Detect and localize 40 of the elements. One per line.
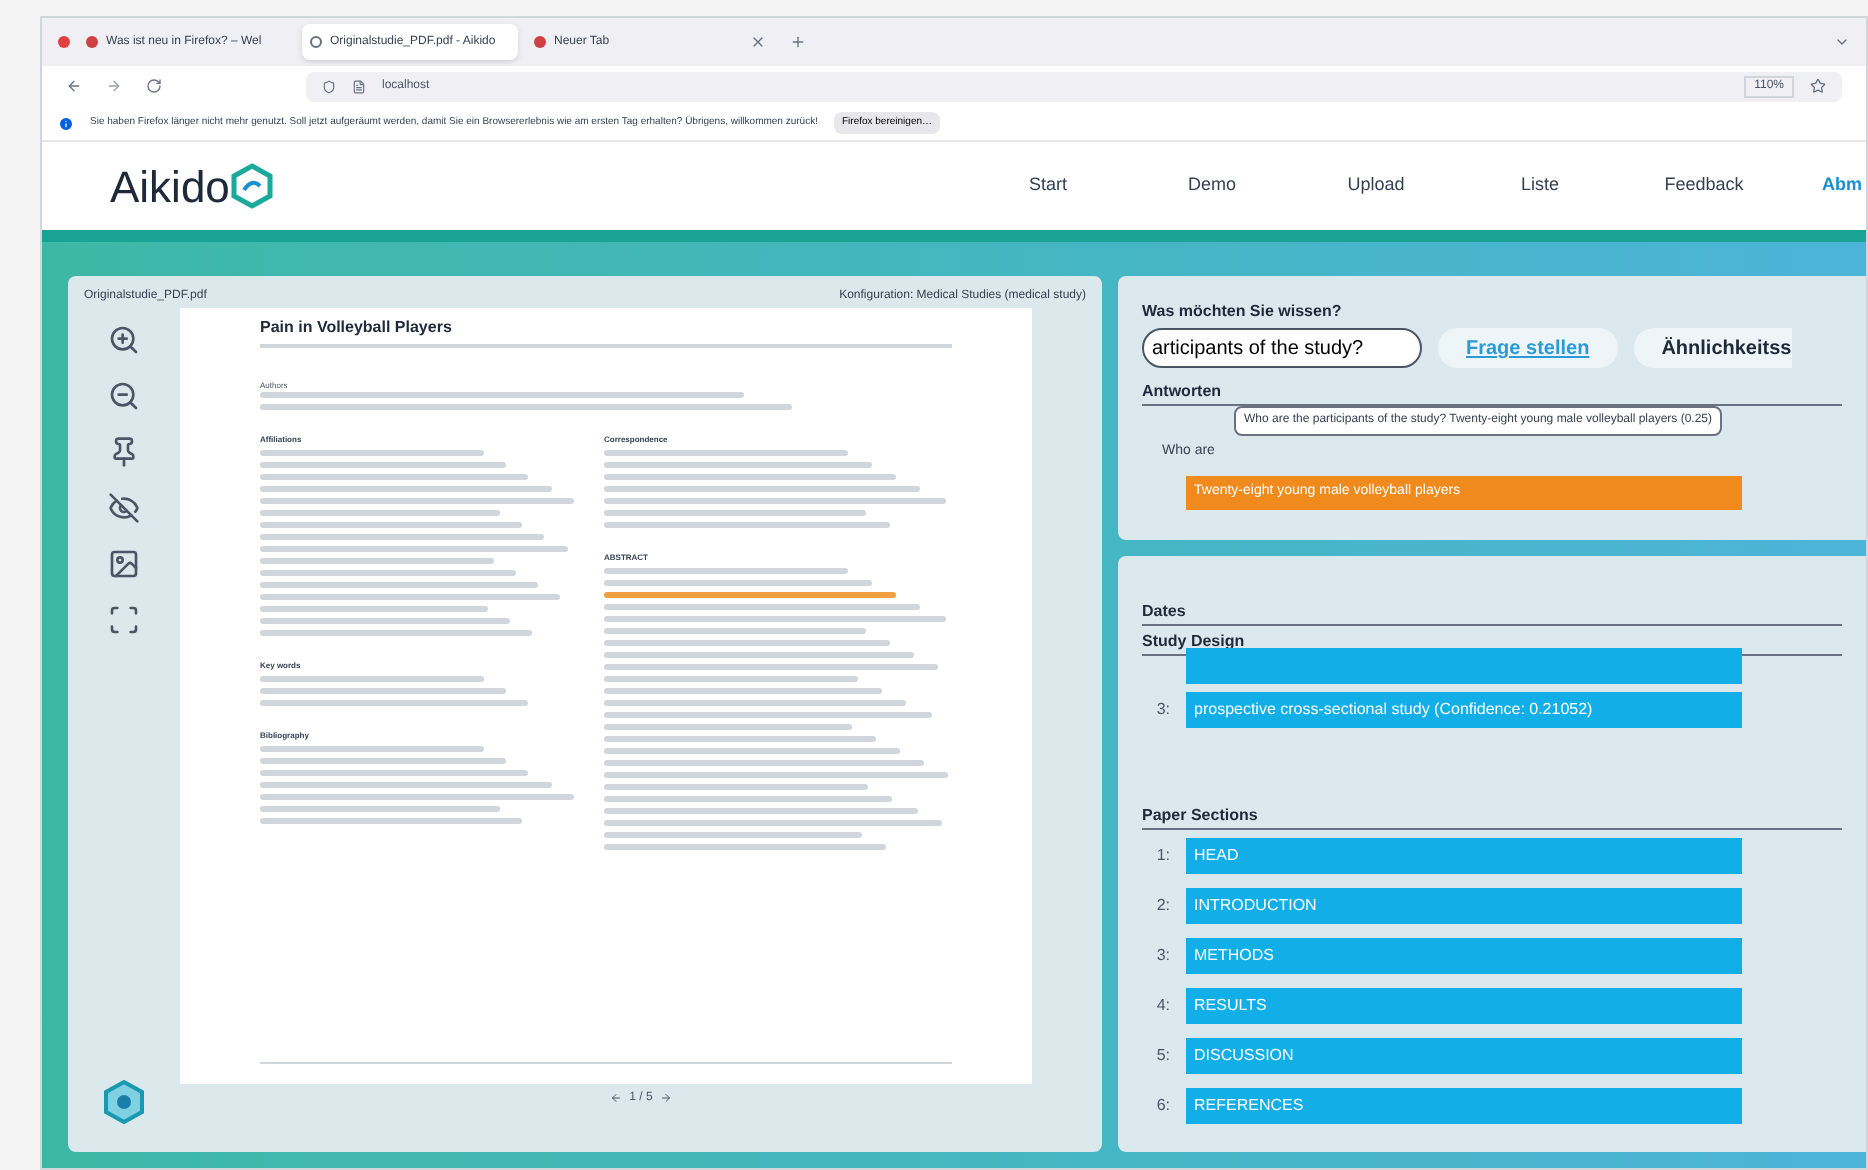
question-input[interactable]: articipants of the study? bbox=[1142, 328, 1422, 368]
similarity-button[interactable]: Ähnlichkeitss bbox=[1633, 328, 1792, 368]
close-icon[interactable] bbox=[750, 34, 766, 50]
nav-link[interactable]: Demo bbox=[1130, 172, 1294, 200]
eye-off-icon[interactable] bbox=[108, 492, 140, 524]
nav-link[interactable]: Start bbox=[966, 172, 1130, 200]
paper-title: Pain in Volleyball Players bbox=[260, 316, 454, 340]
next-page-icon[interactable] bbox=[660, 1092, 673, 1104]
item-number: 6: bbox=[1154, 1094, 1170, 1118]
back-icon[interactable] bbox=[66, 78, 82, 94]
zoom-in-icon[interactable] bbox=[108, 324, 140, 356]
item-number: 1: bbox=[1154, 844, 1170, 868]
page-icon bbox=[352, 79, 366, 93]
forward-icon[interactable] bbox=[106, 78, 122, 94]
item-number: 5: bbox=[1154, 1044, 1170, 1068]
tab-list-icon[interactable] bbox=[1834, 34, 1850, 50]
nav-link[interactable]: Upload bbox=[1294, 172, 1458, 200]
item-number: 4: bbox=[1154, 994, 1170, 1018]
nav-link[interactable]: Feedback bbox=[1622, 172, 1786, 200]
item-number: 3: bbox=[1154, 944, 1170, 968]
pin-icon[interactable] bbox=[108, 436, 140, 468]
shield-icon bbox=[322, 79, 336, 93]
fullscreen-icon[interactable] bbox=[108, 604, 140, 636]
info-icon bbox=[58, 115, 74, 131]
zoom-out-icon[interactable] bbox=[108, 380, 140, 412]
reload-icon[interactable] bbox=[146, 78, 162, 94]
item-number: 2: bbox=[1154, 894, 1170, 918]
nav-link[interactable]: Liste bbox=[1458, 172, 1622, 200]
paper-sections-heading: Paper Sections bbox=[1142, 804, 1842, 830]
dates-heading: Dates bbox=[1142, 600, 1842, 626]
new-tab-icon[interactable] bbox=[790, 34, 806, 50]
previous-page-icon[interactable] bbox=[609, 1092, 622, 1104]
hexagon-logo-icon bbox=[229, 162, 274, 210]
hexagon-logo-icon[interactable] bbox=[104, 1080, 144, 1124]
item-number: 3: bbox=[1154, 698, 1170, 722]
bookmark-star-icon[interactable] bbox=[1810, 78, 1826, 94]
question-label: Was möchten Sie wissen? bbox=[1142, 300, 1344, 324]
logout-link[interactable]: Abm bbox=[1786, 172, 1866, 200]
image-icon[interactable] bbox=[108, 548, 140, 580]
logo[interactable]: Aikido bbox=[110, 153, 274, 219]
